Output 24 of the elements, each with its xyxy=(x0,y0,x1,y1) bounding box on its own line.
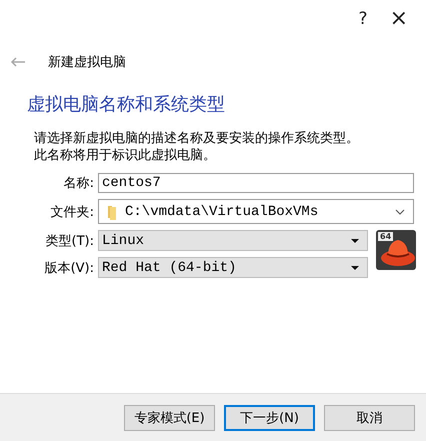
help-button[interactable]: ? xyxy=(358,10,368,28)
description-text: 请选择新虚拟电脑的描述名称及要安装的操作系统类型。 xyxy=(34,130,360,147)
dropdown[interactable]: Red Hat (64-bit) xyxy=(98,257,368,278)
description-text: 此名称将用于标识此虚拟电脑。 xyxy=(34,147,217,164)
hat-icon xyxy=(376,230,416,270)
dropdown-arrow-icon xyxy=(351,266,359,270)
folder-icon xyxy=(107,204,117,220)
chevron-down-icon xyxy=(395,208,405,214)
dropdown[interactable]: Linux xyxy=(98,230,368,251)
bit-badge: 64 xyxy=(378,232,394,241)
dialog-button[interactable]: 下一步(N) xyxy=(224,404,315,430)
field-label: 版本(V): xyxy=(44,260,94,276)
dialog-button[interactable]: 专家模式(E) xyxy=(124,404,215,430)
dropdown-arrow-icon xyxy=(351,238,359,242)
field-label: 类型(T): xyxy=(44,232,94,250)
page-heading: 虚拟电脑名称和系统类型 xyxy=(27,93,226,116)
field-label: 名称: xyxy=(62,175,94,192)
field-label: 文件夹: xyxy=(50,204,94,220)
wizard-title: 新建虚拟电脑 xyxy=(48,54,126,71)
dialog-button[interactable]: 取消 xyxy=(324,404,415,430)
close-button[interactable]: × xyxy=(390,8,408,30)
folder-field[interactable]: C:\vmdata\VirtualBoxVMs xyxy=(98,199,414,224)
back-arrow-icon[interactable] xyxy=(10,57,26,67)
name-field[interactable]: centos7 xyxy=(98,173,414,193)
